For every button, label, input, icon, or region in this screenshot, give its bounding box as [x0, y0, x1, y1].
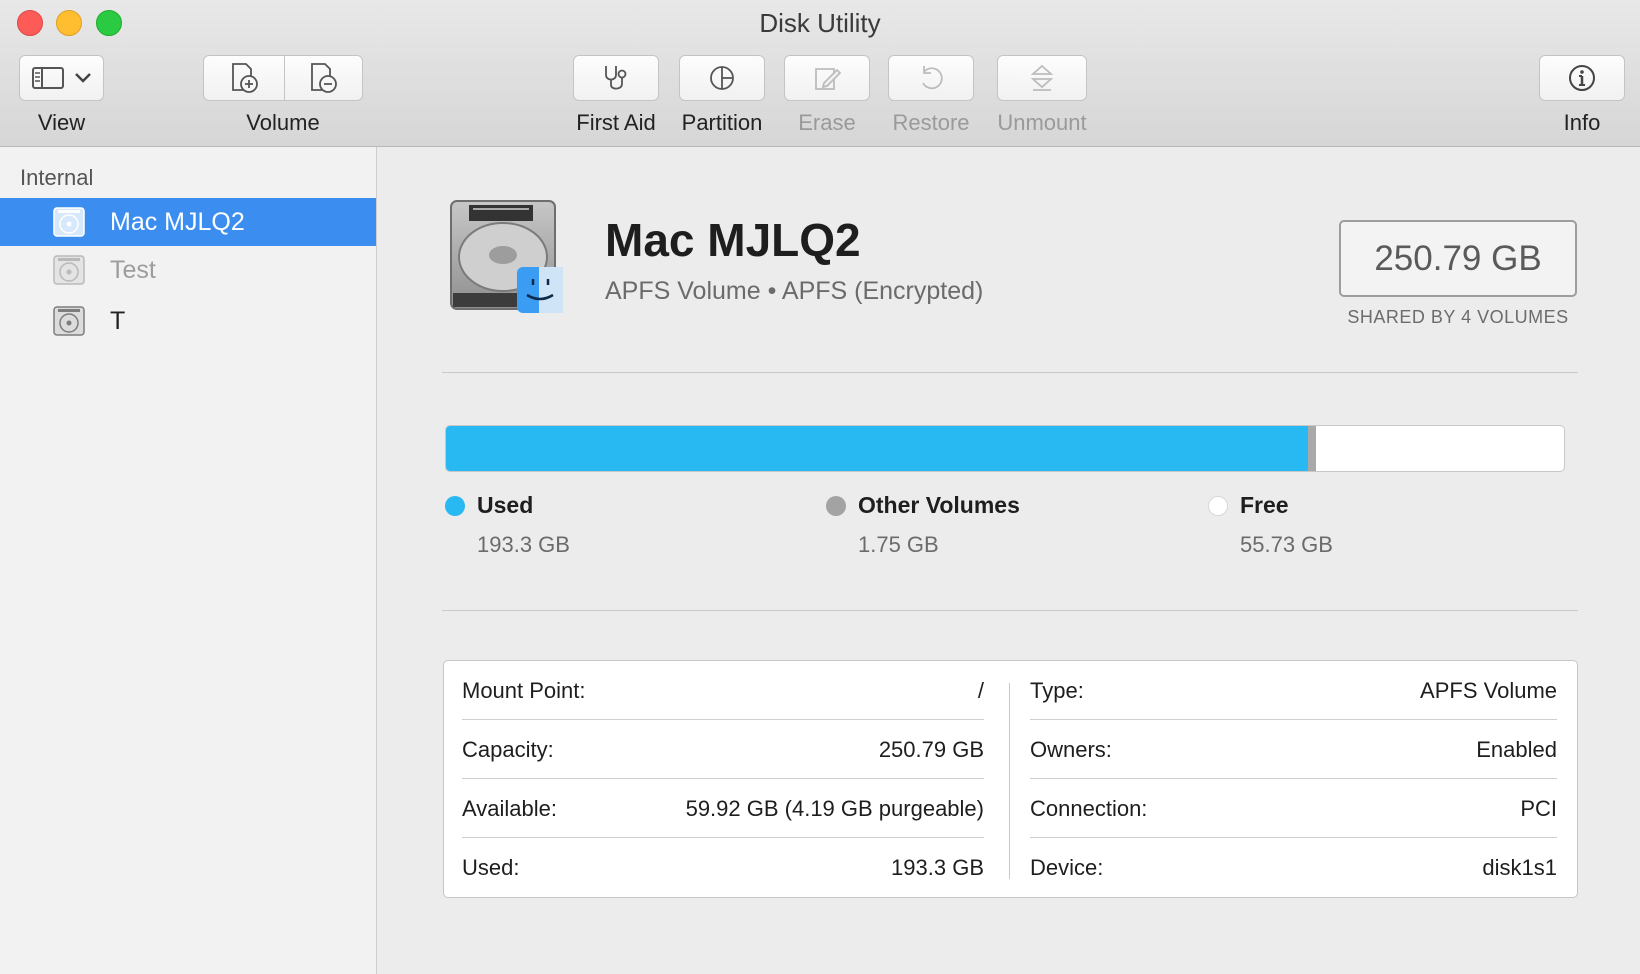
- sidebar-item-test[interactable]: Test: [0, 246, 376, 294]
- sidebar-toggle-icon: [31, 67, 64, 89]
- info-row-mount-point: Mount Point: /: [462, 661, 984, 720]
- sidebar-section-internal: Internal: [20, 165, 94, 190]
- erase-button[interactable]: [784, 55, 870, 101]
- eject-icon: [1030, 64, 1054, 91]
- info-button[interactable]: [1539, 55, 1625, 101]
- info-key: Connection:: [1030, 796, 1148, 821]
- window-title: Disk Utility: [759, 8, 881, 38]
- partition-button[interactable]: [679, 55, 765, 101]
- view-label: View: [37, 110, 86, 135]
- add-volume-button[interactable]: [204, 56, 283, 100]
- remove-volume-icon: [310, 63, 337, 93]
- sidebar-item-label: Mac MJLQ2: [110, 207, 245, 236]
- unmount-label: Unmount: [997, 110, 1087, 135]
- chevron-down-icon: [74, 73, 91, 83]
- info-value: 250.79 GB: [878, 737, 984, 762]
- first-aid-button[interactable]: [573, 55, 659, 101]
- legend-other-name: Other Volumes: [858, 492, 1020, 518]
- add-volume-icon: [231, 63, 258, 93]
- usage-bar: [445, 425, 1565, 472]
- hard-drive-icon: [53, 306, 85, 336]
- volume-name: Mac MJLQ2: [605, 214, 861, 266]
- first-aid-label: First Aid: [576, 110, 656, 135]
- sidebar-item-label: T: [110, 306, 126, 335]
- info-icon: [1569, 65, 1595, 91]
- info-row-used: Used: 193.3 GB: [462, 838, 984, 897]
- view-button[interactable]: [19, 55, 104, 101]
- info-key: Capacity:: [462, 737, 554, 762]
- unmount-button[interactable]: [997, 55, 1087, 101]
- divider: [442, 610, 1578, 611]
- erase-label: Erase: [798, 110, 856, 135]
- info-value: Enabled: [1476, 737, 1557, 762]
- volume-size-box: 250.79 GB: [1339, 220, 1577, 297]
- stethoscope-icon: [605, 66, 627, 90]
- info-row-owners: Owners: Enabled: [1030, 720, 1557, 779]
- restore-button[interactable]: [888, 55, 974, 101]
- info-key: Owners:: [1030, 737, 1112, 762]
- info-key: Device:: [1030, 855, 1104, 880]
- info-row-capacity: Capacity: 250.79 GB: [462, 720, 984, 779]
- volume-subtitle: APFS Volume • APFS (Encrypted): [605, 277, 984, 305]
- volume-segmented-control: [203, 55, 363, 101]
- info-key: Mount Point:: [462, 678, 586, 703]
- info-value: disk1s1: [1482, 855, 1557, 880]
- pencil-icon: [815, 68, 842, 90]
- legend-other-value: 1.75 GB: [858, 532, 939, 557]
- info-value: PCI: [1520, 796, 1557, 821]
- hard-drive-icon: [450, 200, 563, 313]
- hard-drive-icon: [53, 207, 85, 237]
- hard-drive-icon: [53, 255, 85, 285]
- volume-size-caption: SHARED BY 4 VOLUMES: [1347, 307, 1569, 327]
- legend-used-swatch: [445, 496, 465, 516]
- sidebar-item-label: Test: [110, 255, 156, 284]
- sidebar-item-mac-mjlq2[interactable]: Mac MJLQ2: [0, 198, 376, 246]
- legend-other-swatch: [826, 496, 846, 516]
- legend-free-value: 55.73 GB: [1240, 532, 1333, 557]
- divider: [442, 372, 1578, 373]
- column-divider: [1009, 683, 1010, 879]
- info-label: Info: [1563, 110, 1601, 135]
- remove-volume-button[interactable]: [283, 56, 362, 100]
- info-value: /: [977, 678, 984, 703]
- info-value: 193.3 GB: [891, 855, 984, 880]
- main-panel: Mac MJLQ2 APFS Volume • APFS (Encrypted)…: [377, 147, 1640, 974]
- legend-free-name: Free: [1240, 492, 1289, 518]
- sidebar: Internal Mac MJLQ2 Test T: [0, 147, 377, 974]
- info-key: Available:: [462, 796, 557, 821]
- legend-used-value: 193.3 GB: [477, 532, 570, 557]
- partition-label: Partition: [681, 110, 763, 135]
- undo-arrow-icon: [922, 66, 943, 90]
- info-key: Type:: [1030, 678, 1084, 703]
- disk-utility-window: Disk Utility View Volume First Aid Parti…: [0, 0, 1640, 974]
- usage-used-segment: [446, 426, 1308, 471]
- info-value: 59.92 GB (4.19 GB purgeable): [685, 796, 984, 821]
- segment-divider: [284, 56, 285, 100]
- usage-other-segment: [1307, 426, 1316, 471]
- info-row-device: Device: disk1s1: [1030, 838, 1557, 897]
- volume-size: 250.79 GB: [1374, 238, 1542, 278]
- legend-free-swatch: [1208, 496, 1228, 516]
- info-row-available: Available: 59.92 GB (4.19 GB purgeable): [462, 779, 984, 838]
- info-row-type: Type: APFS Volume: [1030, 661, 1557, 720]
- titlebar-toolbar: Disk Utility View Volume First Aid Parti…: [0, 0, 1640, 147]
- restore-label: Restore: [892, 110, 970, 135]
- legend-used-name: Used: [477, 492, 534, 518]
- volume-label: Volume: [246, 110, 320, 135]
- sidebar-item-t[interactable]: T: [0, 297, 376, 345]
- volume-info-table: Mount Point: / Capacity: 250.79 GB Avail…: [443, 660, 1578, 898]
- info-row-connection: Connection: PCI: [1030, 779, 1557, 838]
- info-value: APFS Volume: [1420, 678, 1557, 703]
- pie-chart-icon: [710, 66, 734, 90]
- info-key: Used:: [462, 855, 520, 880]
